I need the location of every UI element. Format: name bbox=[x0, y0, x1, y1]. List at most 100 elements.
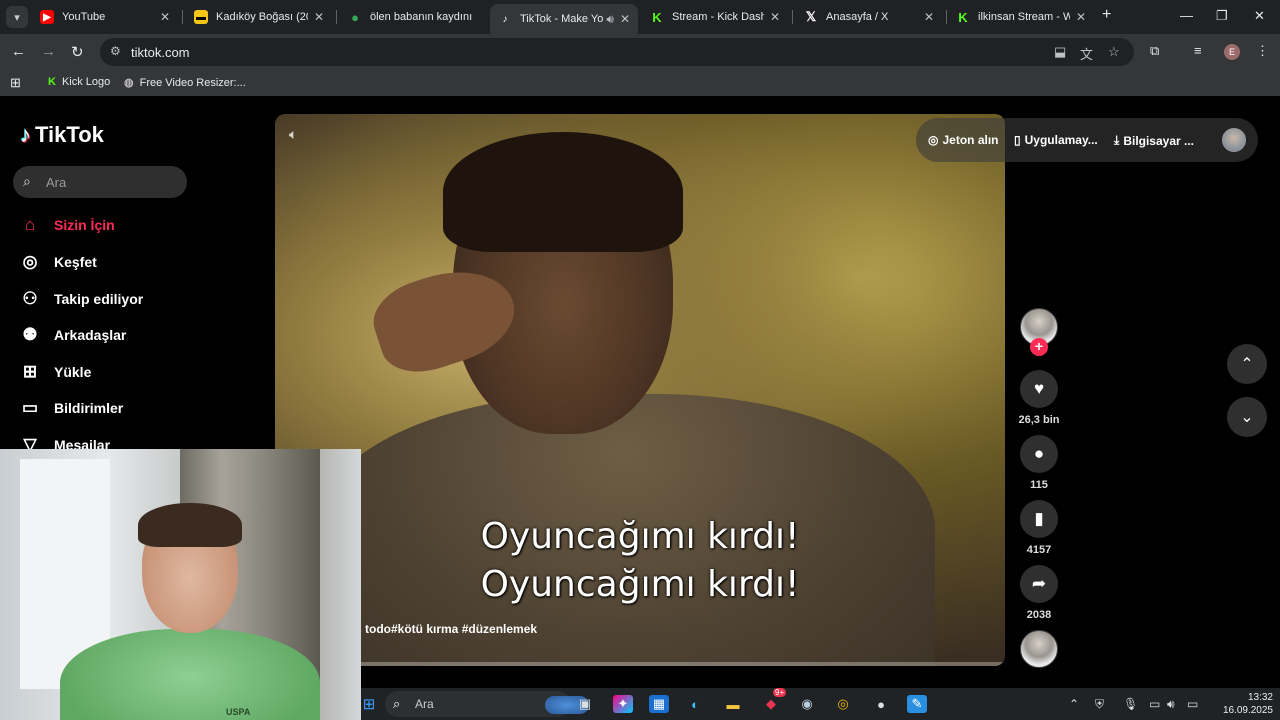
app-badge-icon[interactable]: ◆ bbox=[761, 695, 781, 713]
get-coins-button[interactable]: ◎ Jeton alın bbox=[928, 133, 999, 147]
obs-icon[interactable]: ● bbox=[871, 695, 891, 713]
app-label: Uygulamay... bbox=[1024, 133, 1098, 147]
apps-grid-icon[interactable]: ⊞ bbox=[10, 75, 21, 91]
battery-icon[interactable]: ▭ bbox=[1187, 697, 1198, 711]
kick-icon: K bbox=[48, 76, 56, 88]
webcam-person-body bbox=[60, 629, 320, 720]
volume-icon[interactable]: 🔈︎ bbox=[289, 126, 297, 143]
address-bar[interactable]: ⚙ tiktok.com ⬓ 文 ☆ bbox=[100, 38, 1134, 66]
taskbar-clock[interactable]: 13:32 16.09.2025 bbox=[1211, 688, 1273, 717]
chrome-icon[interactable]: ◎ bbox=[833, 695, 853, 713]
tab-x[interactable]: 𝕏 Anasayfa / X ✕ bbox=[796, 4, 942, 30]
task-view-icon[interactable]: ▣ bbox=[575, 695, 595, 713]
desktop-label: Bilgisayar ... bbox=[1123, 133, 1195, 148]
security-icon[interactable]: ⛨ bbox=[1095, 697, 1104, 712]
comment-icon[interactable]: ● bbox=[1020, 435, 1058, 473]
phone-icon: ▯ bbox=[1014, 133, 1021, 147]
tab-kadikoy[interactable]: ▬ Kadıköy Boğası (2025) ✕ bbox=[186, 4, 332, 30]
user-avatar[interactable] bbox=[1222, 128, 1246, 152]
network-icon[interactable]: ▭ bbox=[1149, 697, 1160, 711]
youtube-icon: ▶ bbox=[40, 10, 54, 24]
volume-icon[interactable]: 🔊︎ bbox=[1167, 697, 1175, 712]
follow-plus-icon[interactable]: + bbox=[1030, 338, 1048, 356]
more-menu-icon[interactable]: ⋮ bbox=[1256, 43, 1269, 59]
video-player[interactable]: 🔈︎ Oyuncağımı kırdı! Oyuncağımı kırdı! s… bbox=[275, 114, 1005, 666]
heart-icon[interactable]: ♥ bbox=[1020, 370, 1058, 408]
close-icon[interactable]: ✕ bbox=[1076, 10, 1086, 24]
save-action: ▮ 4157 bbox=[1018, 500, 1060, 556]
folder-icon[interactable]: ▬ bbox=[723, 695, 743, 713]
tiktok-logo[interactable]: ♪ TikTok bbox=[20, 122, 104, 148]
bookmark-video-resizer[interactable]: ◍ Free Video Resizer:... bbox=[124, 76, 246, 90]
coins-label: Jeton alın bbox=[942, 133, 999, 147]
chevron-down-icon[interactable]: ⌄ bbox=[1227, 397, 1267, 437]
bookmark-label: Free Video Resizer:... bbox=[139, 76, 246, 89]
nav-following[interactable]: ⚇ Takip ediliyor bbox=[20, 284, 143, 314]
close-icon[interactable]: ✕ bbox=[770, 10, 780, 24]
copilot-icon[interactable]: ✦ bbox=[613, 695, 633, 713]
restore-button[interactable]: ❐ bbox=[1216, 8, 1228, 24]
close-icon[interactable]: ✕ bbox=[314, 10, 324, 24]
install-app-icon[interactable]: ⬓ bbox=[1054, 44, 1066, 60]
bookmark-kick-logo[interactable]: K Kick Logo bbox=[48, 76, 110, 88]
minimize-button[interactable]: — bbox=[1180, 8, 1193, 23]
close-icon[interactable]: ✕ bbox=[620, 12, 630, 26]
tab-kick-stream[interactable]: K ilkinsan Stream - Wa ✕ bbox=[948, 4, 1094, 30]
search-box: ⌕ bbox=[13, 166, 187, 198]
site-settings-icon[interactable]: ⚙ bbox=[110, 44, 121, 58]
desktop-app-button[interactable]: ⤓ Bilgisayar ... bbox=[1114, 133, 1194, 148]
nav-friends[interactable]: ⚉ Arkadaşlar bbox=[20, 320, 126, 350]
nav-explore[interactable]: ◎ Keşfet bbox=[20, 247, 97, 277]
bookmark-star-icon[interactable]: ☆ bbox=[1108, 44, 1120, 60]
translate-icon[interactable]: 文 bbox=[1080, 44, 1093, 63]
chevron-up-icon[interactable]: ⌃ bbox=[1069, 697, 1079, 711]
friends-icon: ⚉ bbox=[22, 325, 38, 344]
close-icon[interactable]: ✕ bbox=[924, 10, 934, 24]
tab-kick-dashboard[interactable]: K Stream - Kick Dashbo ✕ bbox=[642, 4, 788, 30]
reading-list-icon[interactable]: ≡ bbox=[1194, 43, 1202, 58]
chevron-up-icon[interactable]: ⌃ bbox=[1227, 344, 1267, 384]
tab-title: ölen babanın kaydını bbox=[370, 11, 473, 23]
microphone-icon[interactable]: 🎙︎ bbox=[1123, 697, 1138, 711]
back-button[interactable]: ← bbox=[11, 43, 26, 60]
tab-separator bbox=[182, 10, 183, 24]
tab-search-button[interactable]: ▾ bbox=[6, 6, 28, 28]
close-window-button[interactable]: ✕ bbox=[1254, 8, 1265, 24]
nav-for-you[interactable]: ⌂ Sizin İçin bbox=[20, 210, 115, 240]
steam-icon[interactable]: ◉ bbox=[797, 695, 817, 713]
tab-youtube[interactable]: ▶ YouTube ✕ bbox=[32, 4, 178, 30]
paint-icon[interactable]: ✎ bbox=[907, 695, 927, 713]
profile-avatar[interactable]: E bbox=[1224, 44, 1240, 60]
bookmark-icon[interactable]: ▮ bbox=[1020, 500, 1058, 538]
tiktok-icon: ♪ bbox=[20, 122, 31, 147]
share-icon[interactable]: ➦ bbox=[1020, 565, 1058, 603]
forward-button[interactable]: → bbox=[41, 43, 56, 60]
taskbar-search[interactable]: ⌕ Ara bbox=[385, 691, 589, 717]
nav-notifications[interactable]: ▭ Bildirimler bbox=[20, 393, 123, 423]
video-subtitle-line1: Oyuncağımı kırdı! bbox=[480, 516, 800, 557]
speaker-icon[interactable]: 🔊︎ bbox=[606, 12, 614, 27]
video-hashtags[interactable]: s todo#kötü kırma #düzenlemek bbox=[355, 622, 537, 636]
new-tab-button[interactable]: + bbox=[1102, 6, 1111, 24]
tab-tiktok[interactable]: ♪ TikTok - Make Yo 🔊︎ ✕ bbox=[490, 4, 638, 34]
download-icon: ⤓ bbox=[1114, 133, 1120, 147]
extensions-icon[interactable]: ⧉ bbox=[1150, 43, 1159, 59]
tab-separator bbox=[792, 10, 793, 24]
windows-start-icon[interactable]: ⊞ bbox=[359, 695, 379, 713]
tab-olen-baba[interactable]: ● ölen babanın kaydını bbox=[340, 4, 486, 30]
get-app-button[interactable]: ▯ Uygulamay... bbox=[1014, 133, 1098, 147]
tiktok-icon: ♪ bbox=[502, 13, 508, 25]
store-icon[interactable]: ▦ bbox=[649, 695, 669, 713]
webcam-overlay: USPA bbox=[0, 449, 361, 720]
nav-upload[interactable]: ⊞ Yükle bbox=[20, 357, 91, 387]
search-input[interactable] bbox=[46, 172, 176, 192]
sound-avatar[interactable] bbox=[1020, 630, 1058, 668]
close-icon[interactable]: ✕ bbox=[160, 10, 170, 24]
compass-icon: ◎ bbox=[22, 252, 38, 271]
edge-icon[interactable]: ◐ bbox=[685, 695, 705, 713]
reload-button[interactable]: ↻ bbox=[71, 43, 84, 61]
browser-tab-strip: ▾ ▶ YouTube ✕ ▬ Kadıköy Boğası (2025) ✕ … bbox=[0, 0, 1280, 34]
video-progress-bar[interactable] bbox=[275, 662, 1005, 666]
nav-label: Sizin İçin bbox=[54, 217, 115, 233]
search-icon: ⌕ bbox=[393, 696, 401, 711]
